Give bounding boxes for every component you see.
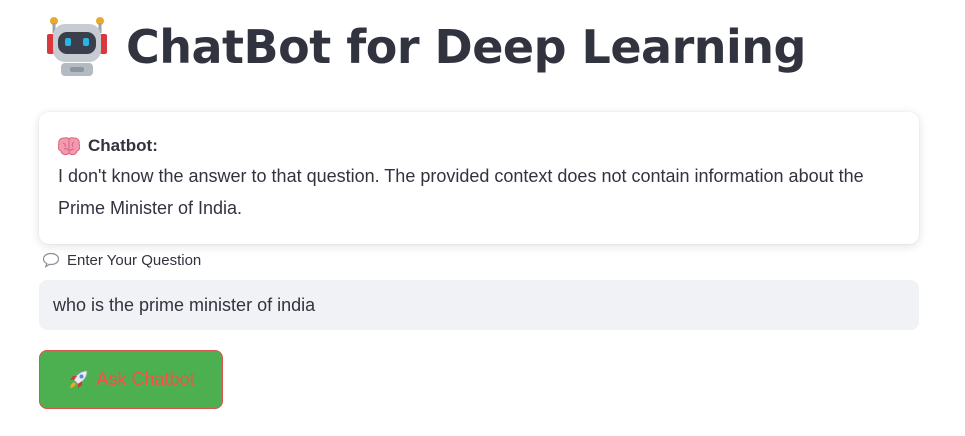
question-label: Enter Your Question xyxy=(42,250,201,270)
chatbot-response-card: Chatbot: I don't know the answer to that… xyxy=(39,112,919,244)
question-label-text: Enter Your Question xyxy=(67,251,202,269)
ask-chatbot-button[interactable]: Ask Chatbot xyxy=(39,350,223,409)
response-text: I don't know the answer to that question… xyxy=(58,166,864,218)
question-input[interactable] xyxy=(39,280,919,330)
page-header: ChatBot for Deep Learning xyxy=(46,14,806,80)
ask-chatbot-label: Ask Chatbot xyxy=(96,369,195,389)
app-page: ChatBot for Deep Learning Chatbot: I don… xyxy=(0,0,965,436)
response-label: Chatbot: xyxy=(88,136,158,155)
robot-icon xyxy=(47,17,107,76)
response-header: Chatbot: xyxy=(58,134,900,158)
rocket-icon xyxy=(70,370,88,388)
speech-bubble-icon xyxy=(42,252,60,268)
page-title: ChatBot for Deep Learning xyxy=(126,20,806,74)
brain-icon xyxy=(58,137,80,156)
